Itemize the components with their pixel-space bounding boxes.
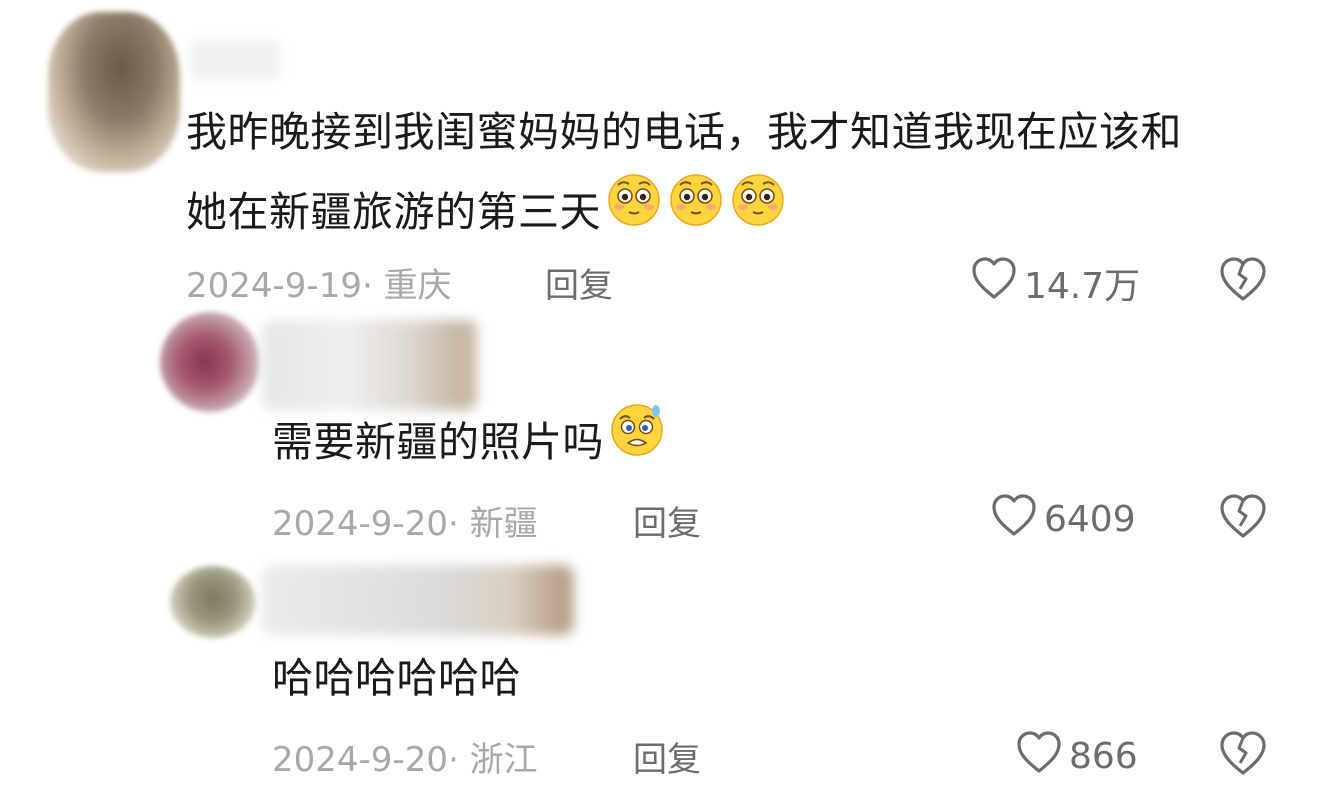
comment-location: 重庆 (383, 266, 452, 306)
reply-button[interactable]: 回复 (545, 258, 613, 307)
comment-date: 2024-9-20 (272, 740, 448, 780)
flushed-face-icon (729, 169, 787, 253)
comment-date: 2024-9-19 (186, 266, 362, 306)
flushed-face-icon (667, 169, 725, 253)
reply-button[interactable]: 回复 (633, 496, 701, 545)
like-count: 866 (1069, 736, 1138, 777)
sweat-face-icon (608, 399, 666, 483)
comment-meta: 2024-9-19· 重庆 (186, 258, 452, 307)
flushed-face-icon (605, 169, 663, 253)
comment-text: 我昨晚接到我闺蜜妈妈的电话，我才知道我现在应该和 她在新疆旅游的第三天 (186, 92, 1182, 253)
heart-outline-icon (1015, 729, 1063, 784)
comment-text-line: 她在新疆旅游的第三天 (186, 172, 1182, 253)
heart-outline-icon (990, 492, 1038, 547)
broken-heart-icon[interactable] (1218, 492, 1268, 544)
comment-location: 新疆 (469, 504, 538, 544)
username[interactable] (262, 565, 574, 635)
like-button[interactable]: 14.7万 (970, 255, 1140, 310)
avatar[interactable] (48, 12, 180, 172)
avatar[interactable] (170, 566, 256, 638)
comment-meta: 2024-9-20· 新疆 (272, 496, 538, 545)
like-button[interactable]: 866 (1015, 729, 1138, 784)
heart-outline-icon (970, 255, 1018, 310)
like-button[interactable]: 6409 (990, 492, 1136, 547)
comment-meta: 2024-9-20· 浙江 (272, 732, 538, 781)
comment-text-line: 我昨晚接到我闺蜜妈妈的电话，我才知道我现在应该和 (186, 108, 1182, 156)
like-count: 6409 (1044, 499, 1136, 540)
broken-heart-icon[interactable] (1218, 729, 1268, 781)
reply-button[interactable]: 回复 (633, 732, 701, 781)
like-count: 14.7万 (1024, 265, 1141, 307)
meta-separator: · (361, 266, 373, 306)
avatar[interactable] (160, 312, 260, 412)
meta-separator: · (447, 504, 459, 544)
comment-location: 浙江 (469, 740, 538, 780)
meta-separator: · (447, 740, 459, 780)
comment-date: 2024-9-20 (272, 504, 448, 544)
username[interactable] (262, 320, 477, 410)
broken-heart-icon[interactable] (1218, 255, 1268, 307)
username[interactable] (190, 40, 280, 80)
comment-text: 需要新疆的照片吗 (272, 402, 666, 483)
comment-text: 哈哈哈哈哈哈 (272, 654, 521, 702)
